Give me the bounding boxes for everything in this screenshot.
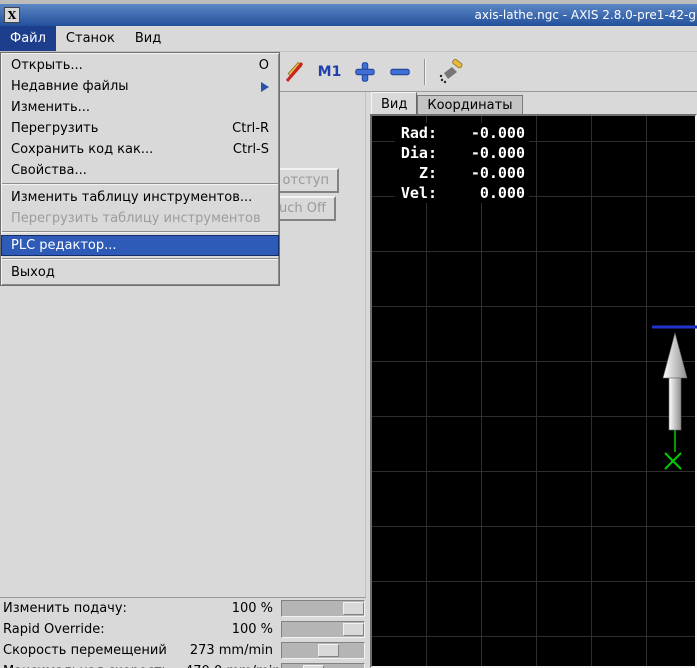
feed-override-label: Изменить подачу:: [3, 601, 127, 616]
toolbar-separator: [424, 58, 426, 85]
override-sliders-panel: Изменить подачу: 100 % Rapid Override: 1…: [0, 597, 366, 668]
menu-item-label: Свойства...: [11, 163, 87, 178]
menu-item-edit-tool-table[interactable]: Изменить таблицу инструментов...: [1, 187, 279, 208]
submenu-arrow-icon: [261, 81, 269, 92]
menu-item-accel: O: [258, 58, 269, 73]
tool-arrow-shaft: [668, 377, 682, 431]
max-velocity-value: 470.0 mm/min: [185, 664, 281, 668]
zoom-in-button[interactable]: [351, 58, 378, 85]
rapid-override-slider[interactable]: [281, 621, 365, 638]
jog-speed-label: Скорость перемещений: [3, 643, 167, 658]
dro-row-vel: Vel: 0.000: [399, 183, 525, 203]
dro-row-z: Z: -0.000: [399, 163, 525, 183]
dro-value: 0.000: [479, 184, 525, 202]
dro-value: -0.000: [470, 164, 525, 182]
menu-item-reload-tool-table: Перегрузить таблицу инструментов: [1, 208, 279, 229]
file-menu-dropdown: Открыть... O Недавние файлы Изменить... …: [0, 52, 280, 286]
dro-label: Vel:: [400, 184, 437, 202]
menu-item-label: Выход: [11, 265, 55, 280]
menu-item-accel: Ctrl-S: [232, 142, 269, 157]
menu-item-save-gcode-as[interactable]: Сохранить код как... Ctrl-S: [1, 139, 279, 160]
menu-item-properties[interactable]: Свойства...: [1, 160, 279, 181]
tab-dro[interactable]: Координаты: [417, 95, 523, 114]
title-bar: X axis-lathe.ngc - AXIS 2.8.0-pre1-42-g: [0, 4, 697, 26]
feed-override-value: 100 %: [231, 601, 273, 616]
clear-plot-button[interactable]: [437, 58, 464, 85]
menu-item-accel: Ctrl-R: [232, 121, 269, 136]
menu-item-reload[interactable]: Перегрузить Ctrl-R: [1, 118, 279, 139]
menu-item-label: Перегрузить: [11, 121, 99, 136]
dro-row-dia: Dia: -0.000: [399, 143, 525, 163]
menu-item-open[interactable]: Открыть... O: [1, 55, 279, 76]
menu-item-label: Изменить...: [11, 100, 91, 115]
dro-row-rad: Rad: -0.000: [399, 123, 525, 143]
jog-speed-value: 273 mm/min: [189, 643, 273, 658]
menu-item-label: PLC редактор...: [11, 238, 117, 253]
clear-plot-brush-icon: [439, 58, 462, 83]
dro-value: -0.000: [470, 124, 525, 142]
menu-item-label: Изменить таблицу инструментов...: [11, 190, 253, 205]
tool-position-marker: [652, 325, 697, 470]
zoom-out-icon: [389, 68, 410, 75]
feed-override-row: Изменить подачу: 100 %: [0, 598, 366, 619]
jog-speed-row: Скорость перемещений 273 mm/min: [0, 640, 366, 661]
slider-handle[interactable]: [343, 602, 364, 615]
window-title: axis-lathe.ngc - AXIS 2.8.0-pre1-42-g: [474, 8, 696, 22]
menu-separator: [2, 231, 278, 233]
rapid-override-label: Rapid Override:: [3, 622, 105, 637]
slider-handle[interactable]: [343, 623, 364, 636]
menu-item-edit[interactable]: Изменить...: [1, 97, 279, 118]
skip-lines-icon: [285, 61, 303, 82]
menu-item-recent-files[interactable]: Недавние файлы: [1, 76, 279, 97]
menu-separator: [2, 258, 278, 260]
rapid-override-row: Rapid Override: 100 %: [0, 619, 366, 640]
zoom-out-button[interactable]: [386, 58, 413, 85]
notebook-tabs: Вид Координаты: [367, 92, 697, 114]
preview-panel: Вид Координаты Rad: -0.000 Dia: -0.000 Z…: [367, 92, 697, 668]
slider-handle[interactable]: [318, 644, 340, 657]
zoom-in-icon: [354, 61, 375, 82]
feed-override-slider[interactable]: [281, 600, 365, 617]
rapid-override-value: 100 %: [231, 622, 273, 637]
menu-item-plc-editor[interactable]: PLC редактор...: [1, 235, 279, 256]
menubar-view[interactable]: Вид: [125, 26, 171, 51]
max-velocity-label: Максимальная скорость:: [3, 664, 185, 668]
menu-bar: Файл Станок Вид: [0, 26, 697, 52]
menubar-file[interactable]: Файл: [0, 26, 56, 51]
menu-separator: [2, 183, 278, 185]
jog-speed-slider[interactable]: [281, 642, 365, 659]
dro-label: Dia:: [400, 144, 437, 162]
optional-stop-m1-icon: M1: [317, 63, 342, 80]
dro-label: Rad:: [400, 124, 437, 142]
max-velocity-slider[interactable]: [281, 663, 365, 668]
preview-canvas[interactable]: Rad: -0.000 Dia: -0.000 Z: -0.000 Vel: 0…: [370, 114, 697, 668]
max-velocity-row: Максимальная скорость: 470.0 mm/min: [0, 661, 366, 668]
menu-item-label: Открыть...: [11, 58, 83, 73]
menu-item-label: Недавние файлы: [11, 79, 129, 94]
tool-arrow-head: [662, 331, 688, 379]
menu-item-quit[interactable]: Выход: [1, 262, 279, 283]
dro-label: Z:: [418, 164, 437, 182]
skip-lines-slash-button[interactable]: [281, 58, 308, 85]
optional-stop-button[interactable]: M1: [316, 58, 343, 85]
dro-readout: Rad: -0.000 Dia: -0.000 Z: -0.000 Vel: 0…: [395, 123, 529, 203]
origin-x-marker-icon: [664, 452, 682, 470]
menubar-machine[interactable]: Станок: [56, 26, 125, 51]
menu-item-label: Перегрузить таблицу инструментов: [11, 211, 261, 226]
menu-item-label: Сохранить код как...: [11, 142, 154, 157]
window-menu-icon[interactable]: X: [4, 7, 20, 23]
dro-value: -0.000: [470, 144, 525, 162]
tab-preview[interactable]: Вид: [371, 92, 418, 114]
